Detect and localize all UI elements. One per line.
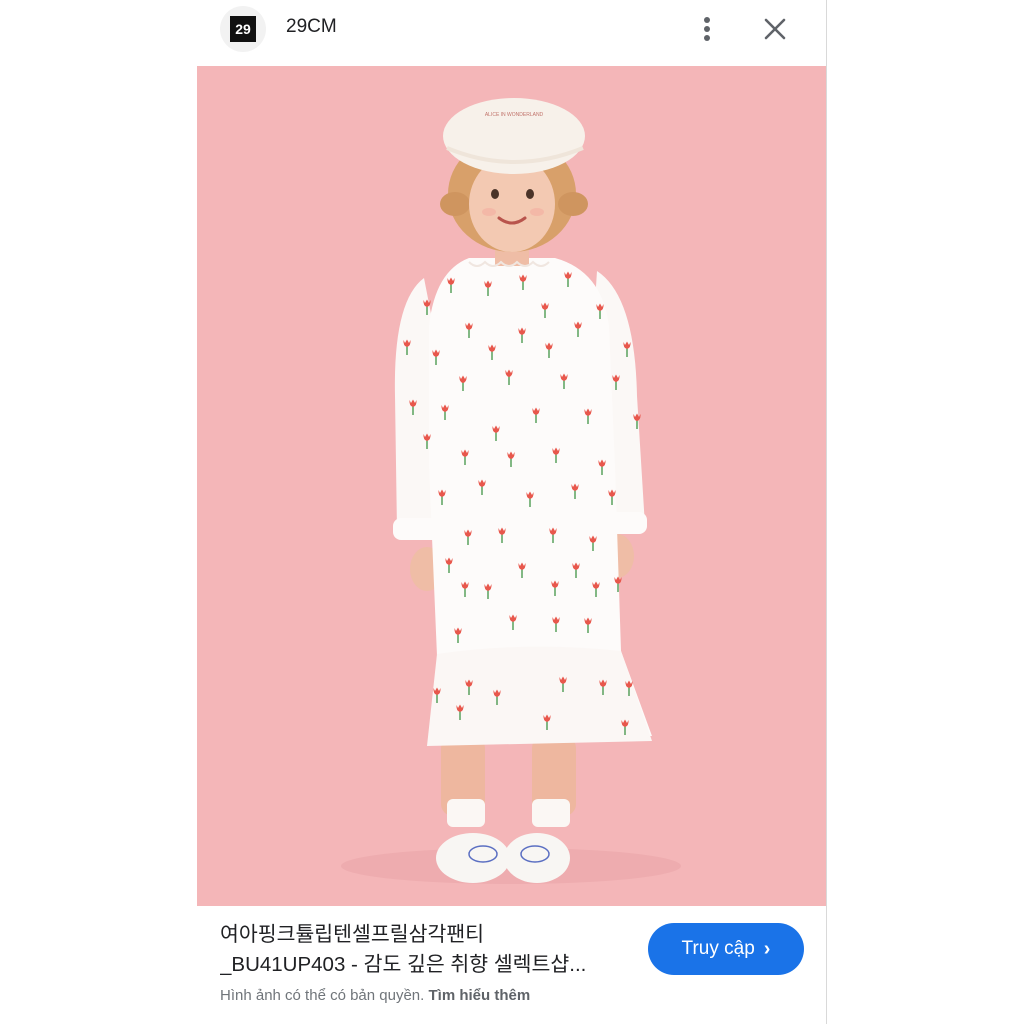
copyright-text: Hình ảnh có thể có bản quyền. (220, 987, 425, 1004)
copyright-notice: Hình ảnh có thể có bản quyền. Tìm hiểu t… (220, 987, 530, 1004)
image-preview-panel: 29 29CM ALICE IN WONDERLAND 여아핑크튤립텐셀프릴삼각… (197, 0, 827, 1024)
site-logo[interactable]: 29 (220, 6, 266, 52)
site-logo-text: 29 (230, 16, 256, 42)
girl-in-nightgown-photo: ALICE IN WONDERLAND (197, 66, 826, 906)
visit-button[interactable]: Truy cập › (648, 923, 804, 975)
more-vert-icon (704, 17, 710, 41)
caption-title-line-2: _BU41UP403 - 감도 깊은 취향 셀렉트샵... (220, 953, 587, 976)
learn-more-link[interactable]: Tìm hiểu thêm (429, 987, 531, 1004)
caption-title-line-1: 여아핑크튤립텐셀프릴삼각팬티 (220, 923, 485, 946)
visit-button-label: Truy cập (681, 938, 755, 959)
preview-header: 29 29CM (197, 0, 826, 66)
page: 29 29CM ALICE IN WONDERLAND 여아핑크튤립텐셀프릴삼각… (0, 0, 1024, 1024)
more-options-button[interactable] (691, 12, 723, 48)
caption-title[interactable]: 여아핑크튤립텐셀프릴삼각팬티 _BU41UP403 - 감도 깊은 취향 셀렉트… (220, 920, 620, 980)
close-icon (764, 18, 786, 40)
image-caption[interactable]: 여아핑크튤립텐셀프릴삼각팬티 _BU41UP403 - 감도 깊은 취향 셀렉트… (220, 920, 620, 980)
chevron-right-icon: › (763, 937, 771, 960)
close-button[interactable] (757, 12, 793, 48)
product-image[interactable]: ALICE IN WONDERLAND (197, 66, 826, 906)
beret-embroidery-text: ALICE IN WONDERLAND (485, 112, 544, 118)
site-name[interactable]: 29CM (286, 16, 337, 38)
